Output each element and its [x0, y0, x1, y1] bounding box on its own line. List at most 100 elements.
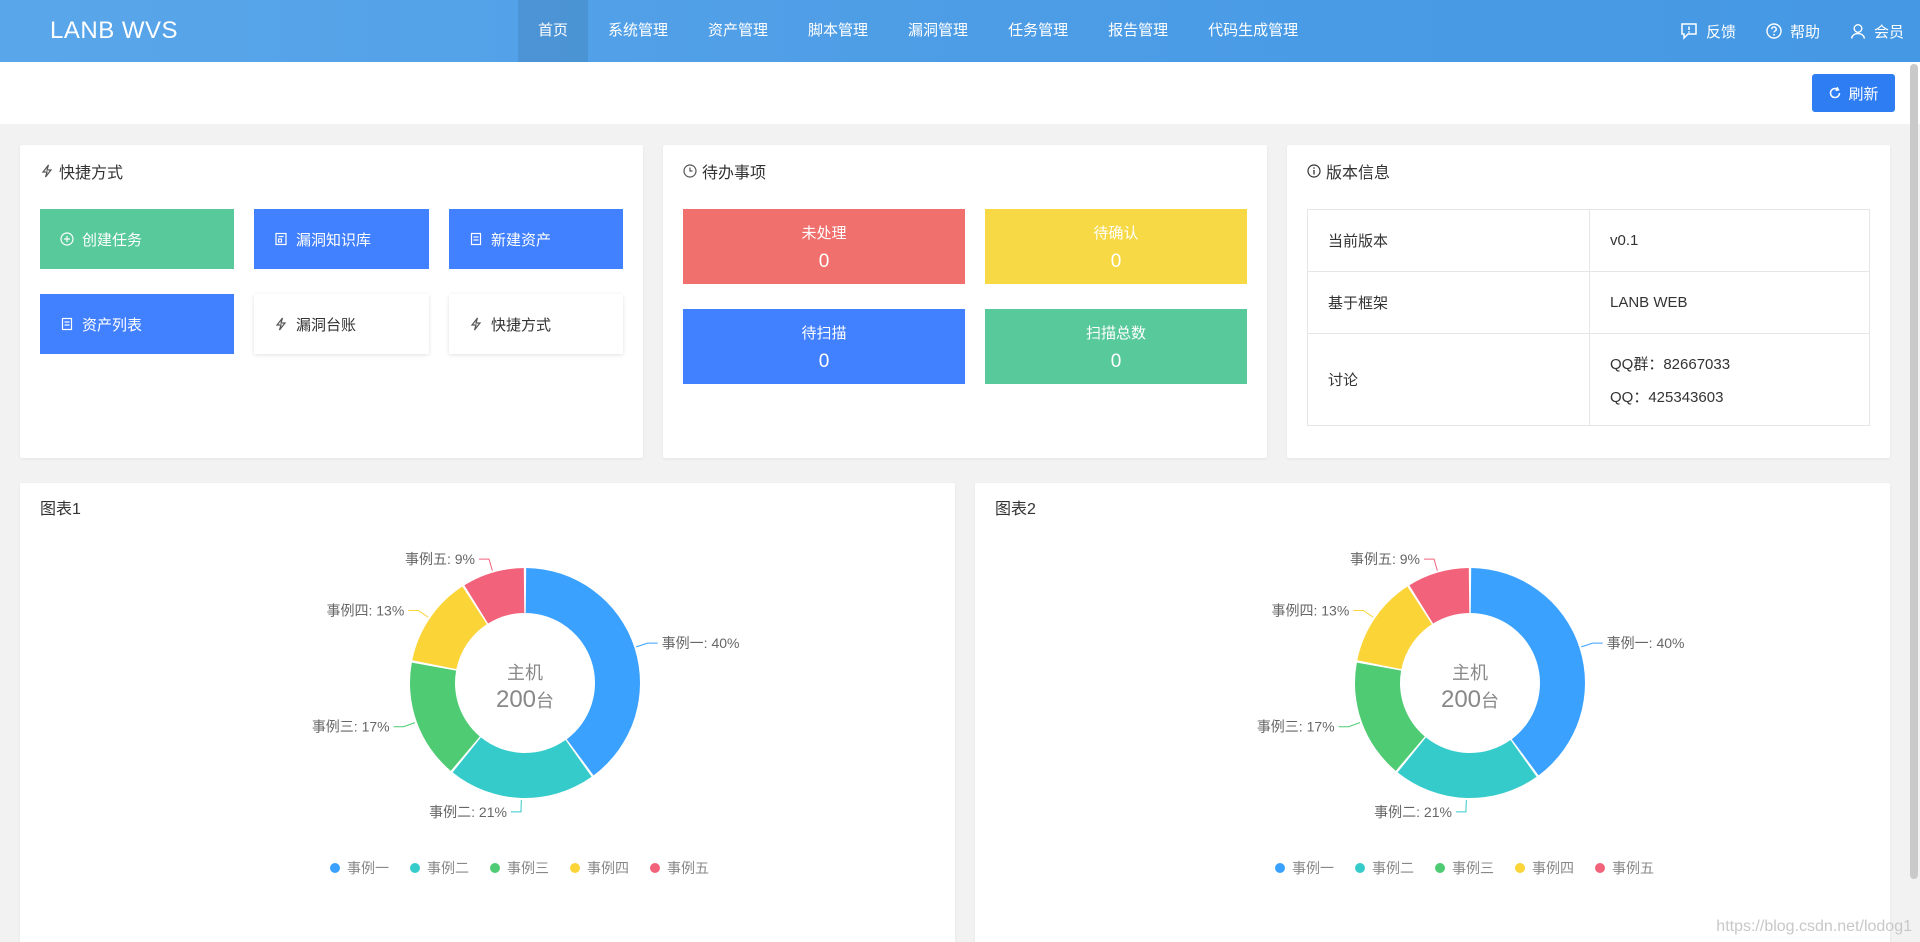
todo-pending-confirm-count: 0 — [1110, 251, 1122, 272]
legend-item[interactable]: 事例一 — [1275, 860, 1334, 876]
lightning-icon — [41, 164, 53, 178]
watermark: https://blog.csdn.net/lodog1 — [1716, 918, 1912, 935]
legend-dot — [410, 863, 420, 873]
lightning-icon — [470, 317, 482, 331]
nav-vulns[interactable]: 漏洞管理 — [888, 0, 988, 62]
framework-value: LANB WEB — [1589, 271, 1870, 334]
legend-dot — [570, 863, 580, 873]
discussion-value: QQ群：82667033 QQ：425343603 — [1589, 333, 1870, 426]
legend-dot — [490, 863, 500, 873]
legend-item[interactable]: 事例三 — [490, 860, 549, 876]
app-logo[interactable]: LANB WVS — [50, 17, 178, 45]
vuln-kb-button[interactable]: 漏洞知识库 — [254, 209, 429, 269]
vuln-ledger-button[interactable]: 漏洞台账 — [254, 294, 429, 354]
info-icon — [1307, 164, 1321, 178]
slice-label: 事例四: 13% — [1271, 602, 1349, 618]
version-value: v0.1 — [1589, 209, 1870, 272]
feedback-icon — [1681, 23, 1697, 40]
member-link[interactable]: 会员 — [1850, 21, 1904, 42]
qq-number: QQ：425343603 — [1610, 388, 1724, 406]
nav-home[interactable]: 首页 — [518, 0, 588, 62]
help-icon — [1766, 23, 1782, 39]
shortcuts-card-title: 快捷方式 — [40, 159, 123, 183]
new-asset-button[interactable]: 新建资产 — [449, 209, 623, 269]
legend-label: 事例一 — [347, 860, 389, 876]
legend-dot — [1275, 863, 1285, 873]
legend-label: 事例一 — [1292, 860, 1334, 876]
legend-dot — [650, 863, 660, 873]
todo-pending-confirm[interactable]: 待确认 0 — [985, 209, 1247, 284]
legend-label: 事例二 — [1372, 860, 1414, 876]
todo-pending-confirm-label: 待确认 — [1093, 225, 1139, 242]
todo-unprocessed-count: 0 — [818, 251, 830, 272]
todo-scan-total[interactable]: 扫描总数 0 — [985, 309, 1247, 384]
donut-center-label: 主机 — [1452, 663, 1488, 683]
user-icon — [1850, 24, 1866, 39]
vuln-kb-label: 漏洞知识库 — [296, 231, 372, 249]
version-row: 当前版本 v0.1 — [1307, 209, 1870, 272]
toolbar: 刷新 — [0, 62, 1920, 124]
todo-pending-scan[interactable]: 待扫描 0 — [683, 309, 965, 384]
legend-item[interactable]: 事例四 — [1515, 860, 1574, 876]
shortcut-label: 快捷方式 — [491, 316, 552, 334]
nav-codegen[interactable]: 代码生成管理 — [1188, 0, 1318, 62]
chart2-donut: 事例一: 40% 事例二: 21% 事例三: 17% 事例四: 13% 事例五: 9% 主… — [1257, 551, 1685, 876]
framework-key: 基于框架 — [1307, 271, 1590, 334]
legend-item[interactable]: 事例五 — [650, 860, 709, 876]
todo-unprocessed[interactable]: 未处理 0 — [683, 209, 965, 284]
legend-label: 事例三 — [507, 860, 549, 876]
donut-slice[interactable] — [1397, 737, 1537, 798]
legend-item[interactable]: 事例三 — [1435, 860, 1494, 876]
version-card-title: 版本信息 — [1307, 159, 1390, 183]
qq-group: QQ群：82667033 — [1610, 355, 1731, 373]
legend-item[interactable]: 事例一 — [330, 860, 389, 876]
feedback-label: 反馈 — [1705, 23, 1736, 41]
todo-scan-total-count: 0 — [1110, 351, 1122, 372]
nav-scripts[interactable]: 脚本管理 — [788, 0, 888, 62]
label-leader-line — [510, 799, 522, 813]
todo-card-title: 待办事项 — [683, 159, 766, 183]
asset-list-label: 资产列表 — [82, 316, 143, 334]
discussion-key: 讨论 — [1307, 333, 1590, 426]
todo-scan-total-label: 扫描总数 — [1085, 325, 1146, 342]
create-task-button[interactable]: 创建任务 — [40, 209, 234, 269]
todo-pending-scan-label: 待扫描 — [801, 325, 847, 342]
label-leader-line — [1581, 642, 1603, 648]
legend-item[interactable]: 事例二 — [1355, 860, 1414, 876]
asset-list-button[interactable]: 资产列表 — [40, 294, 234, 354]
label-leader-line — [1353, 609, 1374, 618]
legend-label: 事例二 — [427, 860, 469, 876]
shortcuts-title-text: 快捷方式 — [59, 165, 124, 182]
label-leader-line — [1455, 799, 1467, 813]
donut-center-label: 主机 — [507, 663, 543, 683]
nav-system[interactable]: 系统管理 — [588, 0, 688, 62]
vuln-ledger-label: 漏洞台账 — [296, 316, 357, 334]
shortcut-button[interactable]: 快捷方式 — [449, 294, 623, 354]
nav-assets[interactable]: 资产管理 — [688, 0, 788, 62]
legend-item[interactable]: 事例五 — [1595, 860, 1654, 876]
chart1-card: 图表1 事例一: 40% 事例二: 21% 事例三: 17% 事例四: 13% 事例五:… — [20, 483, 955, 942]
legend-label: 事例五 — [1612, 860, 1654, 876]
plus-circle-icon — [60, 232, 74, 246]
legend-dot — [1595, 863, 1605, 873]
slice-label: 事例一: 40% — [1607, 635, 1685, 651]
label-leader-line — [636, 642, 658, 648]
page-scrollbar[interactable] — [1910, 64, 1918, 879]
label-leader-line — [1424, 558, 1438, 571]
slice-label: 事例四: 13% — [326, 602, 404, 618]
lightning-icon — [275, 317, 287, 331]
version-key: 当前版本 — [1307, 209, 1590, 272]
refresh-icon — [1830, 86, 1841, 99]
feedback-link[interactable]: 反馈 — [1680, 21, 1736, 42]
nav-tasks[interactable]: 任务管理 — [988, 0, 1088, 62]
slice-label: 事例二: 21% — [1374, 804, 1452, 820]
legend-item[interactable]: 事例四 — [570, 860, 629, 876]
nav-reports[interactable]: 报告管理 — [1088, 0, 1188, 62]
shortcuts-card: 快捷方式 创建任务 漏洞知识库 新建资产 资产列表 漏洞台账 快捷方式 — [20, 145, 643, 458]
help-link[interactable]: 帮助 — [1766, 21, 1820, 42]
legend-label: 事例三 — [1452, 860, 1494, 876]
legend-item[interactable]: 事例二 — [410, 860, 469, 876]
donut-slice[interactable] — [452, 737, 592, 798]
refresh-button[interactable]: 刷新 — [1812, 74, 1895, 112]
chart1-donut: 事例一: 40% 事例二: 21% 事例三: 17% 事例四: 13% 事例五: 9% 主… — [312, 551, 740, 876]
